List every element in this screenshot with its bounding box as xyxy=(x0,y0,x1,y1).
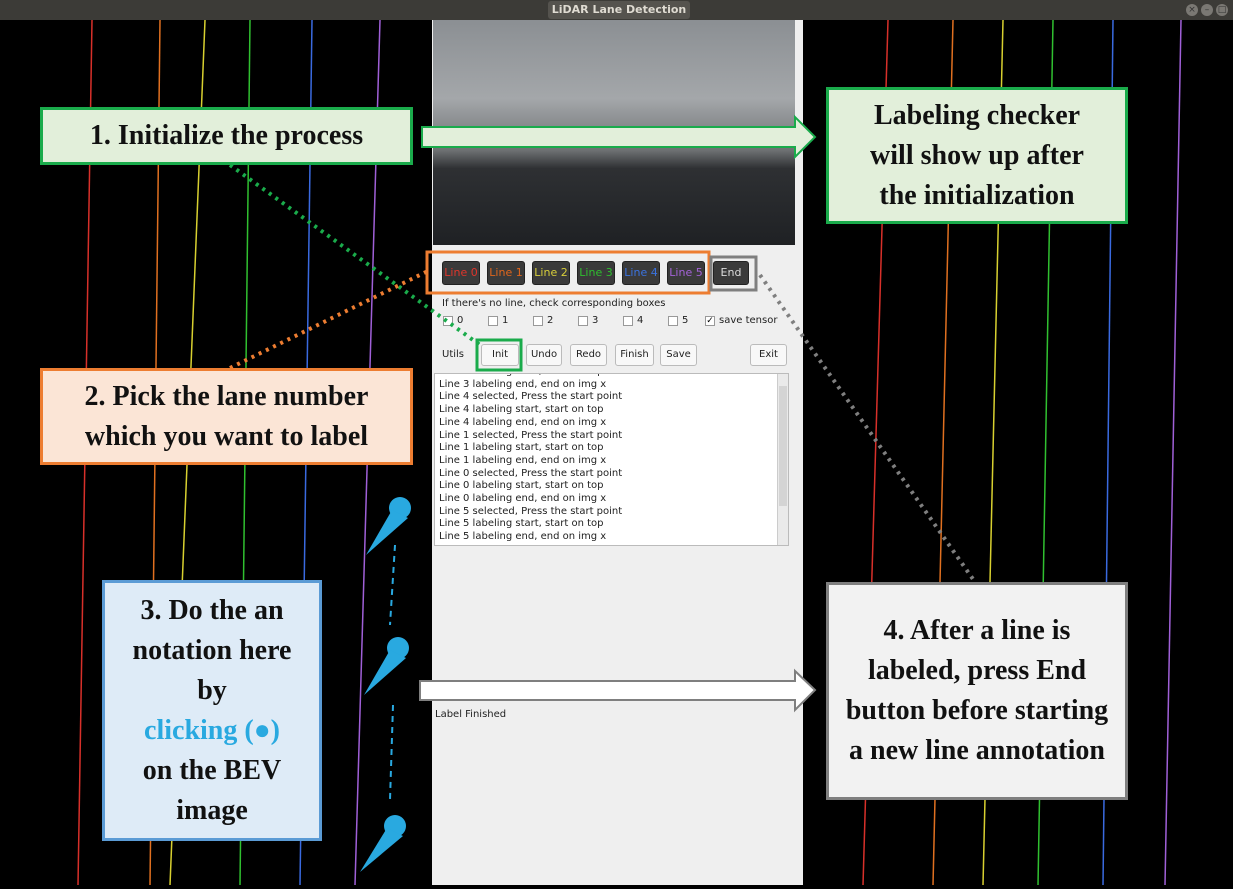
step3-callout: 3. Do the an notation here by clicking (●… xyxy=(102,580,322,841)
click-marker-icon xyxy=(360,815,406,872)
click-marker-icon: ● xyxy=(253,714,271,746)
step2-callout: 2. Pick the lane number which you want t… xyxy=(40,368,413,465)
click-marker-icon xyxy=(364,637,409,695)
step1-callout: 1. Initialize the process xyxy=(40,107,413,165)
click-marker-icon xyxy=(366,497,411,555)
checker-callout: Labeling checker will show up after the … xyxy=(826,87,1128,224)
step4-callout: 4. After a line is labeled, press End bu… xyxy=(826,582,1128,800)
